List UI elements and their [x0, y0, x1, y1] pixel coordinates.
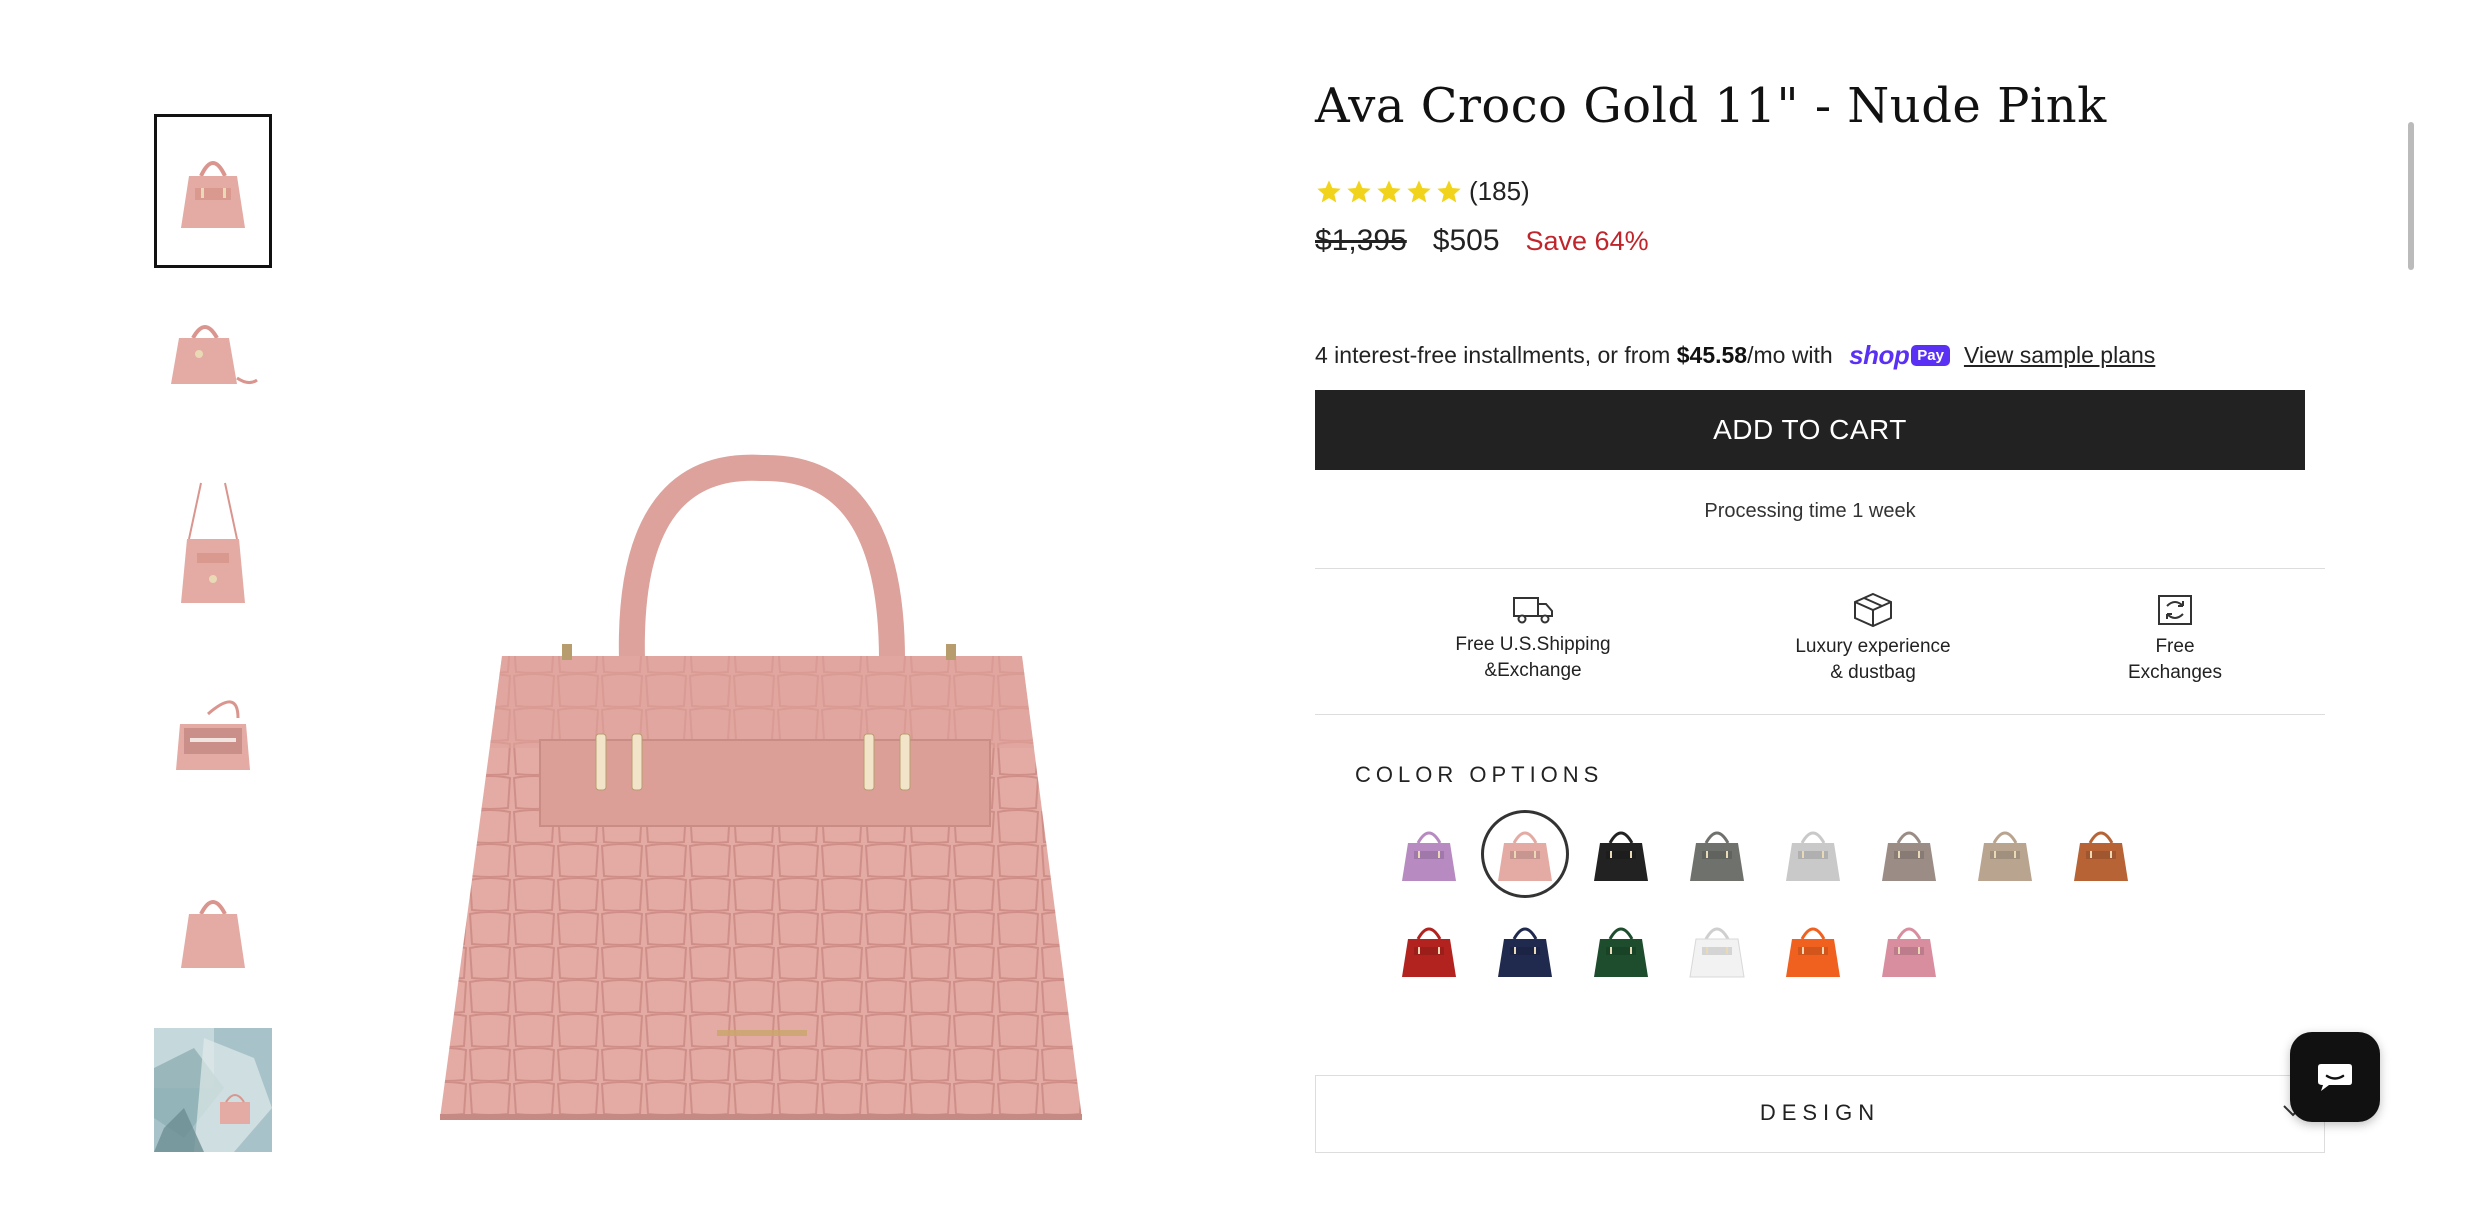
divider	[1315, 568, 2325, 569]
lifestyle-photo-thumb-image	[154, 1028, 272, 1152]
thumbnail-1[interactable]	[154, 114, 272, 268]
feature-luxury-line2: & dustbag	[1830, 662, 1916, 683]
chat-bubble-icon	[2318, 1064, 2352, 1091]
exchange-box-icon	[2158, 595, 2192, 625]
handbag-image	[440, 454, 1082, 1120]
bag-swatch-icon	[1689, 927, 1745, 978]
color-swatches	[1385, 810, 2128, 1010]
bag-swatch-icon	[1882, 831, 1936, 881]
scrollbar[interactable]	[2408, 122, 2414, 270]
thumbnail-3[interactable]	[154, 474, 272, 614]
bag-swatch-icon	[1786, 831, 1840, 881]
product-title: Ava Croco Gold 11" - Nude Pink	[1315, 78, 2107, 134]
bag-swatch-icon	[1402, 831, 1456, 881]
bag-swatch-icon	[1402, 927, 1456, 977]
star-icon	[1317, 179, 1341, 202]
color-swatch[interactable]	[1385, 906, 1473, 994]
bag-with-strap-thumb-image	[171, 325, 258, 385]
price-row: $1,395 $505 Save 64%	[1315, 224, 1649, 258]
main-product-image	[292, 300, 1232, 1160]
bag-swatch-icon	[1690, 831, 1744, 881]
bag-back-thumb-image	[181, 900, 245, 968]
bag-swatch-icon	[1498, 927, 1552, 977]
feature-shipping-line1: Free U.S.Shipping	[1455, 634, 1611, 655]
sale-price: $505	[1432, 224, 1500, 257]
view-sample-plans-link[interactable]: View sample plans	[1964, 342, 2155, 369]
feature-luxury: Luxury experience & dustbag	[1763, 592, 1983, 686]
color-swatch[interactable]	[1769, 906, 1857, 994]
star-icon	[1347, 179, 1371, 202]
shop-pay-logo: shop	[1849, 340, 1910, 370]
thumbnail-5[interactable]	[154, 876, 272, 986]
color-swatch[interactable]	[2057, 810, 2145, 898]
design-accordion[interactable]: DESIGN	[1315, 1075, 2325, 1153]
thumbnail-4[interactable]	[154, 684, 272, 794]
feature-list: Free U.S.Shipping &Exchange Luxury exper…	[1315, 592, 2325, 712]
bag-open-thumb-image	[176, 700, 250, 770]
save-badge: Save 64%	[1525, 226, 1649, 256]
divider	[1315, 714, 2325, 715]
color-swatch[interactable]	[1577, 810, 1665, 898]
bag-swatch-icon	[1594, 831, 1648, 881]
color-options-title: COLOR OPTIONS	[1355, 762, 1604, 787]
bag-front-thumb-image	[181, 161, 245, 228]
bag-swatch-icon	[1978, 831, 2032, 881]
bag-crossbody-thumb-image	[181, 482, 245, 603]
bag-swatch-icon	[1786, 927, 1840, 977]
chat-button[interactable]	[2290, 1032, 2380, 1122]
color-swatch[interactable]	[1385, 810, 1473, 898]
color-swatch[interactable]	[1961, 810, 2049, 898]
color-swatch[interactable]	[1481, 906, 1569, 994]
gift-box-icon	[1854, 592, 1892, 628]
feature-exchanges-line1: Free	[2155, 636, 2195, 657]
bag-swatch-icon	[1594, 927, 1648, 977]
feature-shipping-line2: &Exchange	[1484, 660, 1582, 681]
product-rating[interactable]: (185)	[1315, 176, 1530, 207]
installments-prefix: 4 interest-free installments, or from	[1315, 342, 1677, 368]
processing-time: Processing time 1 week	[1704, 500, 1916, 522]
installments-amount: $45.58	[1676, 342, 1748, 368]
bag-swatch-icon	[2074, 831, 2128, 881]
thumbnail-2[interactable]	[154, 294, 272, 414]
original-price: $1,395	[1315, 224, 1407, 257]
feature-exchanges-line2: Exchanges	[2127, 662, 2222, 683]
product-info-panel: Ava Croco Gold 11" - Nude Pink (185) $1,…	[1315, 0, 2330, 1228]
rating-count[interactable]: (185)	[1469, 176, 1530, 207]
feature-shipping: Free U.S.Shipping &Exchange	[1433, 592, 1633, 684]
star-icon	[1377, 179, 1401, 202]
feature-luxury-line1: Luxury experience	[1795, 636, 1951, 657]
color-swatch[interactable]	[1865, 810, 1953, 898]
color-swatch[interactable]	[1865, 906, 1953, 994]
delivery-truck-icon	[1513, 597, 1553, 624]
color-swatch[interactable]	[1769, 810, 1857, 898]
bag-swatch-icon	[1882, 927, 1936, 977]
color-swatch[interactable]	[1577, 906, 1665, 994]
installments-suffix: /mo with	[1747, 342, 1840, 368]
star-icon	[1437, 179, 1461, 202]
bag-swatch-icon	[1498, 831, 1552, 881]
star-icon	[1407, 179, 1431, 202]
feature-exchanges: Free Exchanges	[2105, 592, 2245, 686]
color-swatch[interactable]	[1481, 810, 1569, 898]
add-to-cart-button[interactable]: ADD TO CART	[1315, 390, 2305, 470]
thumbnail-6[interactable]	[154, 1028, 272, 1152]
pay-badge: Pay	[1911, 345, 1950, 366]
color-swatch[interactable]	[1673, 810, 1761, 898]
design-accordion-label: DESIGN	[1759, 1100, 1881, 1125]
installments-banner: 4 interest-free installments, or from $4…	[1315, 340, 2155, 371]
color-swatch[interactable]	[1673, 906, 1761, 994]
